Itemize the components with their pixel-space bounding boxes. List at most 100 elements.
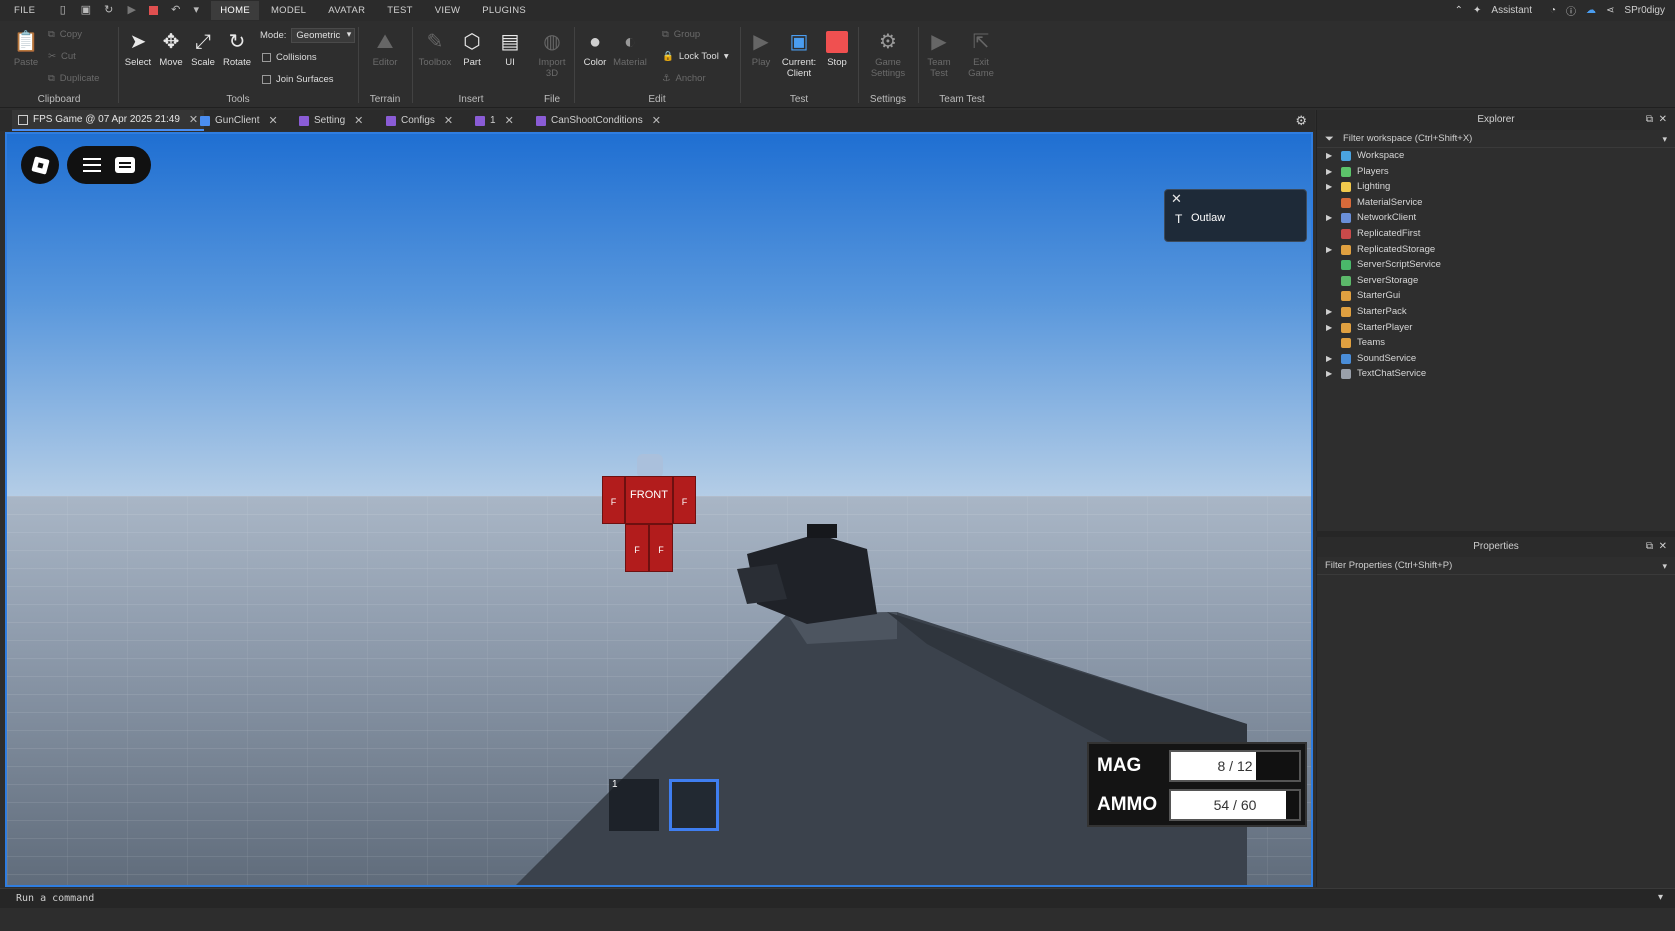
command-input[interactable]: Run a command (16, 893, 94, 904)
tab-canshootconditions[interactable]: CanShootConditions ✕ (530, 110, 667, 131)
menu-test[interactable]: TEST (387, 5, 412, 16)
play-button[interactable]: ▶ Play (743, 29, 779, 68)
tab-1[interactable]: 1 ✕ (469, 110, 520, 131)
expand-arrow-icon[interactable]: ▶ (1326, 304, 1332, 320)
join-surfaces-checkbox[interactable] (262, 75, 271, 84)
explorer-item-networkclient[interactable]: ▶ NetworkClient (1317, 210, 1675, 226)
chevron-down-icon[interactable]: ▾ (1662, 130, 1667, 148)
move-tool[interactable]: ✥ Move (153, 29, 189, 68)
expand-arrow-icon[interactable]: ▶ (1326, 366, 1332, 382)
chat-icon[interactable] (115, 157, 135, 173)
play-icon[interactable]: ▶ (126, 5, 137, 16)
explorer-item-materialservice[interactable]: MaterialService (1317, 195, 1675, 211)
explorer-item-replicatedfirst[interactable]: ReplicatedFirst (1317, 226, 1675, 242)
mode-select[interactable]: Geometric (291, 28, 356, 43)
chevron-down-icon[interactable]: ▾ (1662, 557, 1667, 575)
explorer-item-soundservice[interactable]: ▶ SoundService (1317, 351, 1675, 367)
duplicate-button[interactable]: ⧉ Duplicate (48, 73, 99, 84)
ui-button[interactable]: ▤ UI (492, 29, 528, 68)
exit-game-button[interactable]: ⇱ Exit Game (963, 29, 999, 79)
undo-icon[interactable]: ↶ (170, 5, 181, 16)
color-button[interactable]: ● Color (577, 29, 613, 68)
menu-file[interactable]: FILE (14, 5, 35, 16)
roblox-menu-button[interactable] (21, 146, 59, 184)
explorer-item-starterpack[interactable]: ▶ StarterPack (1317, 304, 1675, 320)
game-viewport[interactable]: ✕ T Outlaw F FRONT F F F 1 MAG 8 / 12 AM… (5, 132, 1313, 887)
expand-arrow-icon[interactable]: ▶ (1326, 164, 1332, 180)
close-icon[interactable]: ✕ (1171, 191, 1182, 207)
tab-setting[interactable]: Setting ✕ (293, 110, 369, 131)
gear-icon[interactable]: ⚙ (1295, 113, 1307, 129)
game-settings-button[interactable]: ⚙ Game Settings (870, 29, 906, 79)
anchor-button[interactable]: ⚓ Anchor (662, 73, 706, 84)
help-icon[interactable]: ⓘ (1566, 3, 1576, 18)
collisions-checkbox[interactable] (262, 53, 271, 62)
explorer-item-starterplayer[interactable]: ▶ StarterPlayer (1317, 320, 1675, 336)
expand-arrow-icon[interactable]: ▶ (1326, 179, 1332, 195)
save-icon[interactable]: ▣ (80, 5, 91, 16)
hamburger-menu-icon[interactable] (83, 158, 101, 172)
menu-view[interactable]: VIEW (435, 5, 460, 16)
paste-button[interactable]: 📋 Paste (8, 29, 44, 68)
menu-home[interactable]: HOME (211, 1, 259, 20)
new-file-icon[interactable]: ▯ (57, 5, 68, 16)
explorer-item-workspace[interactable]: ▶ Workspace (1317, 148, 1675, 164)
tab-place[interactable]: FPS Game @ 07 Apr 2025 21:49 ✕ (12, 110, 205, 131)
redo-arrow-icon[interactable]: ↻ (103, 5, 114, 16)
hotbar-slot-selected[interactable] (669, 779, 719, 831)
expand-arrow-icon[interactable]: ▶ (1326, 351, 1332, 367)
close-icon[interactable]: ✕ (444, 114, 453, 127)
properties-filter[interactable]: Filter Properties (Ctrl+Shift+P) ▾ (1317, 557, 1675, 575)
menu-plugins[interactable]: PLUGINS (482, 5, 526, 16)
explorer-item-replicatedstorage[interactable]: ▶ ReplicatedStorage (1317, 242, 1675, 258)
close-icon[interactable]: ✕ (652, 114, 661, 127)
rotate-tool[interactable]: ↻ Rotate (219, 29, 255, 68)
explorer-item-startergui[interactable]: StarterGui (1317, 288, 1675, 304)
close-icon[interactable]: ✕ (354, 114, 363, 127)
notification-icon[interactable]: ◔ (1550, 5, 1556, 16)
explorer-item-serverscriptservice[interactable]: ServerScriptService (1317, 257, 1675, 273)
toolbox-button[interactable]: ✎ Toolbox (417, 29, 453, 68)
share-icon[interactable]: ⋖ (1606, 5, 1614, 16)
collapse-ribbon-icon[interactable]: ⌃ (1455, 5, 1463, 16)
stop-button[interactable]: Stop (819, 29, 855, 68)
explorer-item-teams[interactable]: Teams (1317, 335, 1675, 351)
close-icon[interactable]: ✕ (1659, 110, 1667, 130)
current-client-button[interactable]: ▣ Current: Client (778, 29, 820, 79)
cloud-icon[interactable]: ☁ (1586, 5, 1596, 16)
close-icon[interactable]: ✕ (505, 114, 514, 127)
close-icon[interactable]: ✕ (268, 114, 277, 127)
stop-icon[interactable] (149, 6, 159, 15)
material-button[interactable]: ◐ Material (612, 29, 648, 68)
explorer-filter-input[interactable]: Filter workspace (Ctrl+Shift+X) (1343, 133, 1472, 144)
user-name[interactable]: SPr0digy (1624, 5, 1665, 16)
expand-arrow-icon[interactable]: ▶ (1326, 242, 1332, 258)
copy-button[interactable]: ⧉ Copy (48, 29, 82, 40)
explorer-filter[interactable]: ⏷ Filter workspace (Ctrl+Shift+X) ▾ (1317, 130, 1675, 148)
select-tool[interactable]: ➤ Select (120, 29, 156, 68)
undock-icon[interactable]: ⧉ (1646, 110, 1653, 130)
join-surfaces-toggle[interactable]: Join Surfaces (262, 74, 334, 85)
expand-arrow-icon[interactable]: ▶ (1326, 148, 1332, 164)
close-icon[interactable]: ✕ (1659, 537, 1667, 557)
expand-arrow-icon[interactable]: ▶ (1326, 210, 1332, 226)
explorer-item-lighting[interactable]: ▶ Lighting (1317, 179, 1675, 195)
quick-access-dropdown-icon[interactable]: ▾ (193, 5, 200, 16)
hotbar-slot-1[interactable]: 1 (609, 779, 659, 831)
part-button[interactable]: ⬡ Part (454, 29, 490, 68)
explorer-item-textchatservice[interactable]: ▶ TextChatService (1317, 366, 1675, 382)
explorer-item-serverstorage[interactable]: ServerStorage (1317, 273, 1675, 289)
scale-tool[interactable]: ⤢ Scale (185, 29, 221, 68)
expand-arrow-icon[interactable]: ▶ (1326, 320, 1332, 336)
undock-icon[interactable]: ⧉ (1646, 537, 1653, 557)
menu-avatar[interactable]: AVATAR (328, 5, 365, 16)
explorer-item-players[interactable]: ▶ Players (1317, 164, 1675, 180)
properties-filter-input[interactable]: Filter Properties (Ctrl+Shift+P) (1325, 560, 1452, 571)
chevron-down-icon[interactable]: ▾ (724, 51, 729, 62)
team-test-button[interactable]: ▶ Team Test (921, 29, 957, 79)
menu-model[interactable]: MODEL (271, 5, 306, 16)
tab-configs[interactable]: Configs ✕ (380, 110, 459, 131)
import-3d-button[interactable]: ◍ Import 3D (534, 29, 570, 79)
tab-gunclient[interactable]: GunClient ✕ (194, 110, 284, 131)
terrain-editor-button[interactable]: ⛰ Editor (367, 29, 403, 68)
